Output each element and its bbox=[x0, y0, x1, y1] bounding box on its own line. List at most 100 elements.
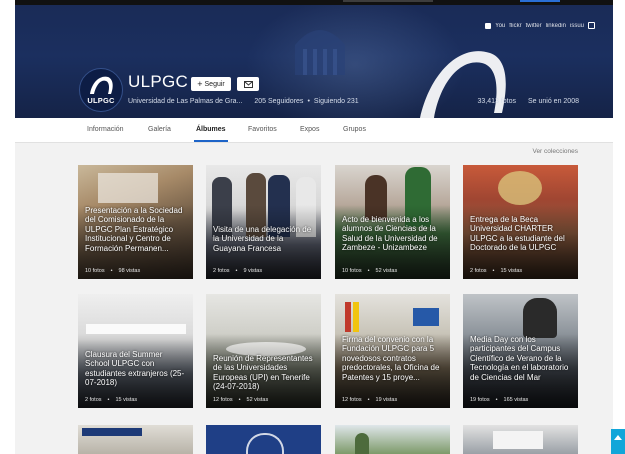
album-title: Reunión de Representantes de las Univers… bbox=[213, 354, 313, 392]
album-stats: 2 fotos • 9 vistas bbox=[213, 268, 262, 274]
album-stats: 19 fotos • 165 vistas bbox=[470, 397, 528, 403]
album-stats: 2 fotos • 15 vistas bbox=[85, 397, 137, 403]
album-photo-count: 2 fotos bbox=[213, 268, 230, 274]
album-card[interactable]: Acto de bienvenida a los alumnos de Cien… bbox=[335, 165, 450, 279]
album-title: Clausura del Summer School ULPGC con est… bbox=[85, 350, 185, 388]
album-card[interactable]: Firma del convenio con la Fundación ULPG… bbox=[335, 294, 450, 408]
avatar[interactable]: ULPGC bbox=[79, 68, 123, 112]
album-view-count: 15 vistas bbox=[115, 397, 138, 403]
album-photo-count: 12 fotos bbox=[342, 397, 362, 403]
album-stats: 12 fotos • 52 vistas bbox=[213, 397, 268, 403]
follow-label: Seguir bbox=[204, 80, 225, 88]
album-view-count: 15 vistas bbox=[500, 268, 523, 274]
album-photo-count: 10 fotos bbox=[342, 268, 362, 274]
ulpgc-swoosh-graphic bbox=[420, 51, 506, 118]
partial-image-crest bbox=[246, 433, 284, 454]
album-stats: 10 fotos • 98 vistas bbox=[85, 268, 140, 274]
album-bullet: • bbox=[110, 268, 113, 274]
plus-icon: + bbox=[197, 78, 203, 89]
album-bullet: • bbox=[495, 397, 498, 403]
envelope-icon bbox=[243, 80, 253, 88]
album-bullet: • bbox=[107, 397, 110, 403]
profile-tabs: Información Galería Álbumes Favoritos Ex… bbox=[15, 118, 613, 143]
follow-button[interactable]: + Seguir bbox=[191, 77, 231, 91]
see-collections-link[interactable]: Ver colecciones bbox=[532, 148, 578, 155]
album-photo-count: 12 fotos bbox=[213, 397, 233, 403]
scroll-to-top-button[interactable] bbox=[611, 429, 625, 454]
right-margin bbox=[613, 0, 625, 454]
album-title: Media Day con los participantes del Camp… bbox=[470, 335, 569, 382]
album-photo-count: 2 fotos bbox=[85, 397, 102, 403]
upload-button[interactable] bbox=[520, 0, 560, 2]
album-photo-count: 2 fotos bbox=[470, 268, 487, 274]
album-shade bbox=[206, 165, 321, 279]
arrow-up-icon bbox=[614, 435, 622, 440]
flickr-page: You flickr twitter linkedin issuu ULPGC … bbox=[15, 0, 613, 454]
twitter-icon[interactable]: twitter bbox=[526, 23, 542, 29]
album-bullet: • bbox=[367, 268, 370, 274]
album-photo-count: 10 fotos bbox=[85, 268, 105, 274]
album-view-count: 19 vistas bbox=[375, 397, 398, 403]
cover-photo: You flickr twitter linkedin issuu ULPGC … bbox=[15, 5, 613, 118]
social-links: You flickr twitter linkedin issuu bbox=[485, 22, 595, 29]
following-separator: • bbox=[307, 98, 310, 105]
joined-date: Se unió en 2008 bbox=[528, 98, 579, 105]
album-card-partial[interactable] bbox=[206, 425, 321, 454]
tab-grupos[interactable]: Grupos bbox=[343, 126, 366, 133]
tab-expos[interactable]: Expos bbox=[300, 126, 319, 133]
following-count[interactable]: Siguiendo 231 bbox=[314, 98, 359, 105]
album-card[interactable]: Media Day con los participantes del Camp… bbox=[463, 294, 578, 408]
album-title: Visita de una delegación de la Universid… bbox=[213, 225, 312, 253]
album-photo-count: 19 fotos bbox=[470, 397, 490, 403]
album-card-partial[interactable] bbox=[335, 425, 450, 454]
album-stats: 10 fotos • 52 vistas bbox=[342, 268, 397, 274]
facebook-icon[interactable] bbox=[485, 22, 492, 29]
issuu-icon[interactable]: issuu bbox=[570, 23, 584, 29]
followers-count[interactable]: 205 Seguidores bbox=[254, 98, 303, 105]
album-title: Presentación a la Sociedad del Comisiona… bbox=[85, 206, 183, 253]
message-button[interactable] bbox=[237, 77, 259, 91]
profile-name: ULPGC bbox=[128, 72, 189, 91]
album-title: Entrega de la Beca Universidad CHARTER U… bbox=[470, 215, 565, 253]
profile-meta: Universidad de Las Palmas de Gra... 205 … bbox=[128, 98, 359, 105]
tab-albumes[interactable]: Álbumes bbox=[196, 126, 226, 133]
partial-image-screen bbox=[493, 431, 543, 449]
partial-image-tree bbox=[355, 433, 369, 454]
ulpgc-logo-icon bbox=[90, 76, 113, 94]
linkedin-icon[interactable]: linkedin bbox=[546, 23, 566, 29]
avatar-label: ULPGC bbox=[87, 96, 115, 105]
instagram-icon[interactable] bbox=[588, 22, 595, 29]
partial-image-banner bbox=[82, 428, 142, 436]
album-card-partial[interactable] bbox=[463, 425, 578, 454]
album-view-count: 52 vistas bbox=[375, 268, 398, 274]
album-card[interactable]: Reunión de Representantes de las Univers… bbox=[206, 294, 321, 408]
album-card[interactable]: Clausura del Summer School ULPGC con est… bbox=[78, 294, 193, 408]
album-card[interactable]: Visita de una delegación de la Universid… bbox=[206, 165, 321, 279]
album-stats: 2 fotos • 15 vistas bbox=[470, 268, 522, 274]
left-margin bbox=[0, 0, 15, 454]
active-tab-indicator bbox=[194, 140, 228, 142]
flickr-icon[interactable]: flickr bbox=[509, 23, 521, 29]
album-bullet: • bbox=[492, 268, 495, 274]
album-view-count: 52 vistas bbox=[246, 397, 269, 403]
search-bar[interactable] bbox=[343, 0, 433, 2]
album-card-partial[interactable] bbox=[78, 425, 193, 454]
album-card[interactable]: Entrega de la Beca Universidad CHARTER U… bbox=[463, 165, 578, 279]
building-dome-graphic bbox=[295, 30, 345, 75]
album-view-count: 98 vistas bbox=[118, 268, 141, 274]
profile-stats: 33,413 fotos Se unió en 2008 bbox=[477, 98, 579, 105]
tab-informacion[interactable]: Información bbox=[87, 126, 124, 133]
photos-count: 33,413 fotos bbox=[477, 98, 516, 105]
youtube-icon[interactable]: You bbox=[495, 23, 505, 29]
full-name: Universidad de Las Palmas de Gra... bbox=[128, 98, 243, 105]
album-view-count: 165 vistas bbox=[503, 397, 529, 403]
album-view-count: 9 vistas bbox=[243, 268, 263, 274]
album-bullet: • bbox=[238, 397, 241, 403]
album-title: Acto de bienvenida a los alumnos de Cien… bbox=[342, 215, 438, 253]
tab-galeria[interactable]: Galería bbox=[148, 126, 171, 133]
album-bullet: • bbox=[367, 397, 370, 403]
album-title: Firma del convenio con la Fundación ULPG… bbox=[342, 335, 440, 382]
album-card[interactable]: Presentación a la Sociedad del Comisiona… bbox=[78, 165, 193, 279]
album-stats: 12 fotos • 19 vistas bbox=[342, 397, 397, 403]
tab-favoritos[interactable]: Favoritos bbox=[248, 126, 277, 133]
